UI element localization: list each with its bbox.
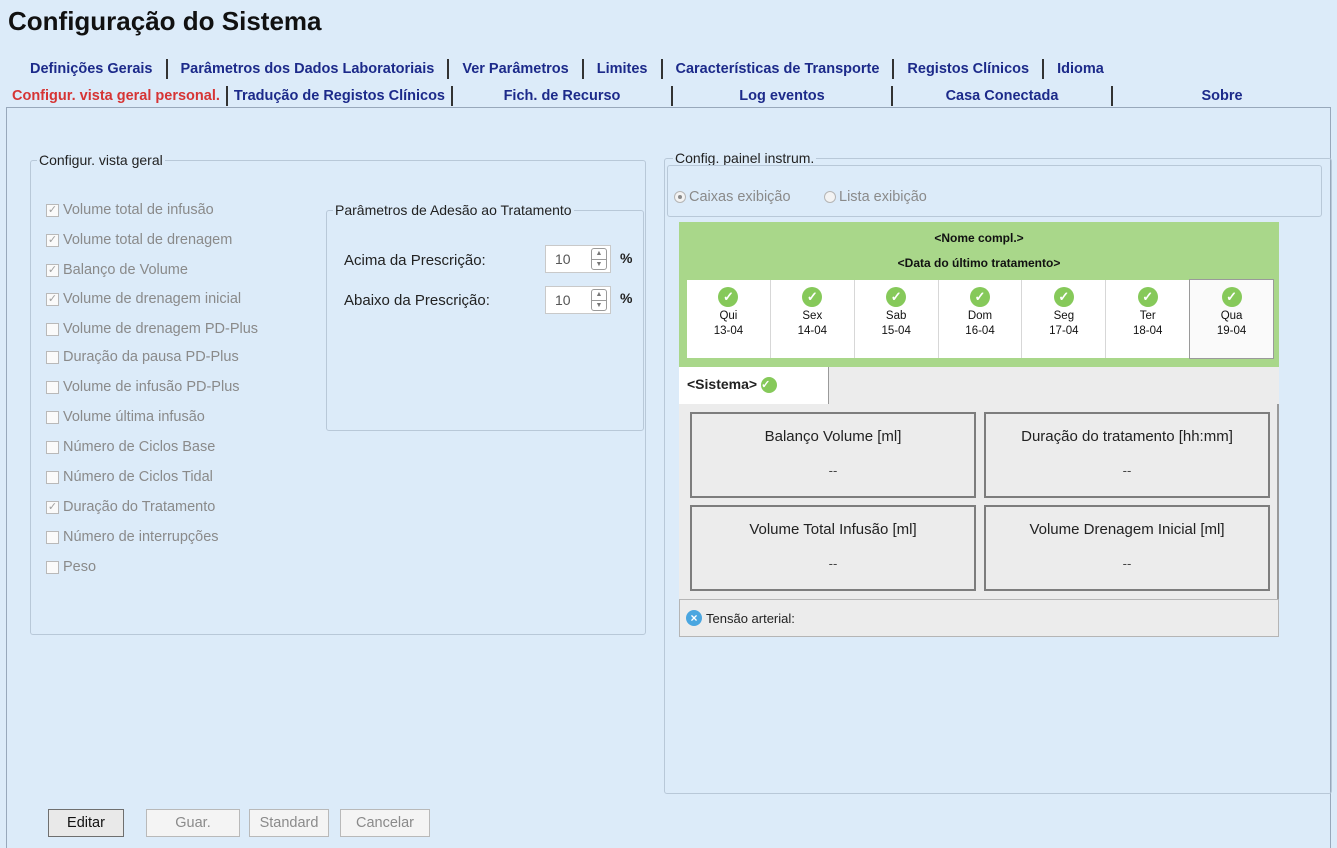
day-cell-selected[interactable]: ✓ Qua 19-04 bbox=[1189, 279, 1275, 359]
checkbox-icon: ✓ bbox=[46, 203, 59, 217]
tab-lab-data-parameters[interactable]: Parâmetros dos Dados Laboratoriais bbox=[168, 59, 450, 79]
day-cell[interactable]: ✓ Qui 13-04 bbox=[687, 280, 771, 358]
check-icon: ✓ bbox=[970, 287, 990, 307]
panel-border-left bbox=[6, 108, 7, 848]
below-percent-unit: % bbox=[620, 290, 633, 306]
dashboard-preview: <Nome compl.> <Data do último tratamento… bbox=[679, 222, 1281, 639]
spinner-buttons: ▲ ▼ bbox=[591, 289, 607, 311]
edit-button[interactable]: Editar bbox=[48, 809, 124, 837]
checkbox-icon bbox=[46, 530, 59, 544]
checkbox-initial-drain-volume[interactable]: ✓ Volume de drenagem inicial bbox=[46, 291, 241, 307]
day-cell[interactable]: ✓ Sab 15-04 bbox=[855, 280, 939, 358]
checkbox-icon: ✓ bbox=[46, 263, 59, 277]
above-percent-unit: % bbox=[620, 250, 633, 266]
tiles-area: Balanço Volume [ml] -- Duração do tratame… bbox=[679, 404, 1279, 599]
spinner-down-icon[interactable]: ▼ bbox=[592, 260, 606, 270]
tab-limits[interactable]: Limites bbox=[584, 59, 663, 79]
checkbox-icon bbox=[46, 410, 59, 424]
above-prescription-label: Acima da Prescrição: bbox=[344, 252, 486, 269]
checkbox-icon bbox=[46, 380, 59, 394]
above-prescription-value: 10 bbox=[555, 251, 571, 267]
radio-box-display[interactable]: Caixas exibição bbox=[674, 189, 791, 205]
tab-transport-characteristics[interactable]: Características de Transporte bbox=[663, 59, 895, 79]
page-title: Configuração do Sistema bbox=[8, 6, 322, 36]
checkbox-icon: ✓ bbox=[46, 292, 59, 306]
checkbox-pd-plus-drain-volume[interactable]: Volume de drenagem PD-Plus bbox=[46, 321, 258, 337]
patient-header: <Nome compl.> <Data do último tratamento… bbox=[679, 222, 1279, 367]
adherence-group: Parâmetros de Adesão ao Tratamento bbox=[326, 202, 644, 431]
checkbox-total-drain-volume[interactable]: ✓ Volume total de drenagem bbox=[46, 232, 232, 248]
check-icon: ✓ bbox=[718, 287, 739, 307]
check-icon: ✓ bbox=[1137, 287, 1158, 307]
checkbox-pd-plus-infusion-volume[interactable]: Volume de infusão PD-Plus bbox=[46, 379, 240, 395]
blood-pressure-row: × Tensão arterial: bbox=[679, 599, 1279, 637]
radio-icon bbox=[824, 191, 836, 203]
checkbox-weight[interactable]: Peso bbox=[46, 559, 96, 575]
close-circle-icon: × bbox=[686, 610, 702, 626]
radio-list-display[interactable]: Lista exibição bbox=[824, 189, 927, 205]
checkbox-icon bbox=[46, 350, 59, 364]
check-icon: ✓ bbox=[802, 287, 823, 307]
checkbox-icon: ✓ bbox=[46, 233, 59, 247]
save-button[interactable]: Guar. bbox=[146, 809, 240, 837]
spinner-up-icon[interactable]: ▲ bbox=[592, 290, 606, 301]
below-prescription-stepper[interactable]: 10 ▲ ▼ bbox=[545, 286, 611, 314]
tab-view-parameters[interactable]: Ver Parâmetros bbox=[449, 59, 584, 79]
tab-general-settings[interactable]: Definições Gerais bbox=[17, 59, 168, 79]
spinner-down-icon[interactable]: ▼ bbox=[592, 301, 606, 311]
day-cell[interactable]: ✓ Dom 16-04 bbox=[939, 280, 1023, 358]
tile-volume-balance: Balanço Volume [ml] -- bbox=[690, 412, 976, 498]
below-prescription-label: Abaixo da Prescrição: bbox=[344, 292, 490, 309]
tab-about[interactable]: Sobre bbox=[1113, 86, 1331, 106]
checkbox-treatment-duration[interactable]: ✓ Duração do Tratamento bbox=[46, 499, 215, 515]
dashboard-config-legend: Config. painel instrum. bbox=[673, 150, 817, 166]
radio-icon bbox=[674, 191, 686, 203]
last-treatment-date: <Data do último tratamento> bbox=[897, 256, 1061, 270]
day-cell[interactable]: ✓ Ter 18-04 bbox=[1106, 280, 1191, 358]
tab-event-log[interactable]: Log eventos bbox=[673, 86, 893, 106]
system-tab-bar: <Sistema> ✓ bbox=[679, 367, 1279, 404]
tab-custom-overview-config[interactable]: Configur. vista geral personal. bbox=[6, 86, 228, 106]
tile-treatment-duration: Duração do tratamento [hh:mm] -- bbox=[984, 412, 1270, 498]
checkbox-pd-plus-pause-duration[interactable]: Duração da pausa PD-Plus bbox=[46, 349, 239, 365]
day-cell[interactable]: ✓ Seg 17-04 bbox=[1022, 280, 1107, 358]
treatment-days: ✓ Qui 13-04 ✓ Sex 14-04 ✓ Sab 15-04 ✓ Dom 16-04 … bbox=[687, 279, 1275, 359]
day-cell[interactable]: ✓ Sex 14-04 bbox=[771, 280, 855, 358]
tab-connected-home[interactable]: Casa Conectada bbox=[893, 86, 1113, 106]
system-tab[interactable]: <Sistema> ✓ bbox=[679, 367, 829, 404]
check-icon: ✓ bbox=[886, 287, 907, 307]
checkbox-icon bbox=[46, 560, 59, 574]
tab-resource-file[interactable]: Fich. de Recurso bbox=[453, 86, 673, 106]
adherence-legend: Parâmetros de Adesão ao Tratamento bbox=[333, 202, 574, 218]
checkbox-interruptions[interactable]: Número de interrupções bbox=[46, 529, 219, 545]
tab-language[interactable]: Idioma bbox=[1044, 59, 1117, 79]
spinner-up-icon[interactable]: ▲ bbox=[592, 249, 606, 260]
checkbox-icon bbox=[46, 440, 59, 454]
checkbox-total-infusion-volume[interactable]: ✓ Volume total de infusão bbox=[46, 202, 214, 218]
below-prescription-value: 10 bbox=[555, 292, 571, 308]
checkbox-icon: ✓ bbox=[46, 500, 59, 514]
tab-row-top: Definições Gerais Parâmetros dos Dados L… bbox=[17, 58, 1117, 80]
patient-name: <Nome compl.> bbox=[934, 231, 1024, 245]
check-icon: ✓ bbox=[1221, 287, 1242, 307]
tile-total-infusion-volume: Volume Total Infusão [ml] -- bbox=[690, 505, 976, 591]
tab-clinical-records[interactable]: Registos Clínicos bbox=[894, 59, 1045, 79]
checkbox-volume-balance[interactable]: ✓ Balanço de Volume bbox=[46, 262, 188, 278]
spinner-buttons: ▲ ▼ bbox=[591, 248, 607, 270]
check-icon: ✓ bbox=[1053, 287, 1074, 307]
checkbox-last-infusion-volume[interactable]: Volume última infusão bbox=[46, 409, 205, 425]
checkbox-base-cycles[interactable]: Número de Ciclos Base bbox=[46, 439, 215, 455]
tab-row-bottom: Configur. vista geral personal. Tradução… bbox=[6, 85, 1331, 108]
check-icon: ✓ bbox=[761, 377, 778, 394]
checkbox-icon bbox=[46, 322, 59, 336]
checkbox-icon bbox=[46, 470, 59, 484]
overview-config-legend: Configur. vista geral bbox=[37, 152, 165, 168]
tile-initial-drain-volume: Volume Drenagem Inicial [ml] -- bbox=[984, 505, 1270, 591]
above-prescription-stepper[interactable]: 10 ▲ ▼ bbox=[545, 245, 611, 273]
cancel-button[interactable]: Cancelar bbox=[340, 809, 430, 837]
standard-button[interactable]: Standard bbox=[249, 809, 329, 837]
checkbox-tidal-cycles[interactable]: Número de Ciclos Tidal bbox=[46, 469, 213, 485]
tab-clinical-records-translation[interactable]: Tradução de Registos Clínicos bbox=[228, 86, 453, 106]
